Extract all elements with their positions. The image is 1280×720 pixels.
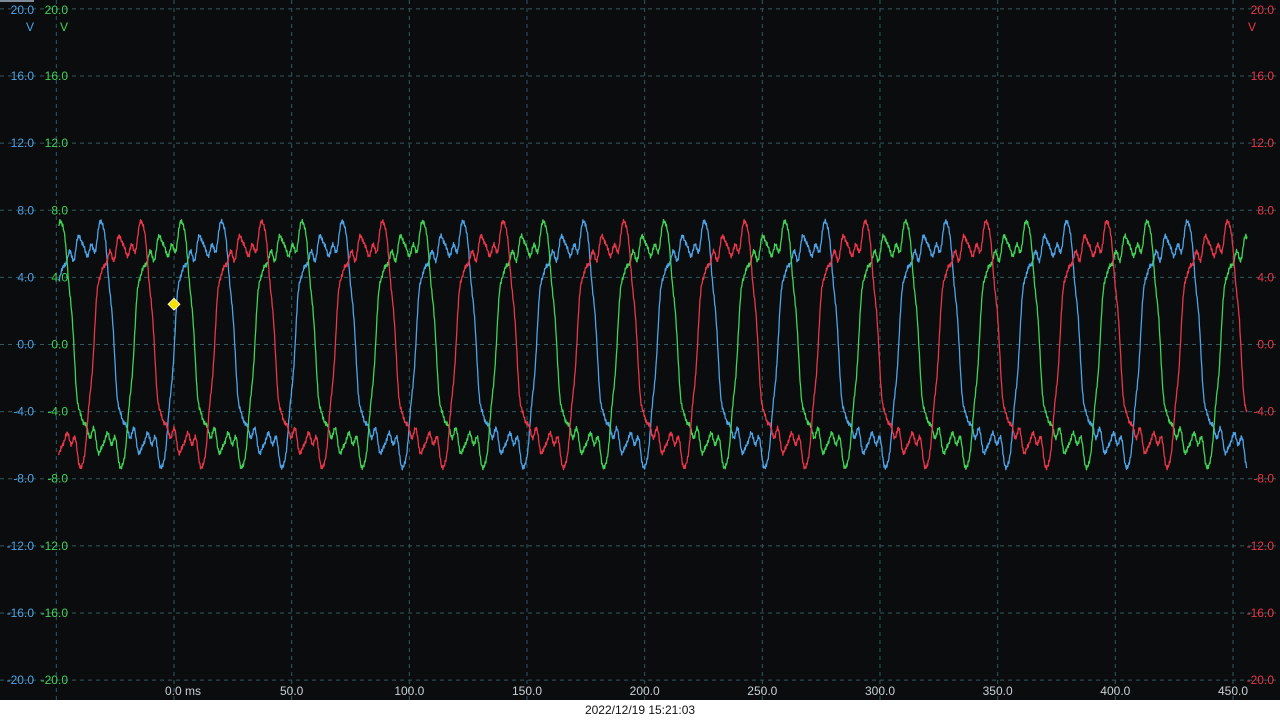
y-tick-label-green: -16.0 [41,606,69,620]
x-tick-label: 150.0 [512,684,542,698]
y-tick-label-red: -8.0 [1253,472,1274,486]
plot-grid [0,0,1280,700]
y-tick-label-red: -20.0 [1247,673,1275,687]
y-tick-label-blue: -20.0 [7,673,35,687]
y-tick-label-green: -12.0 [41,539,69,553]
y-tick-label-green: 0.0 [51,338,68,352]
x-tick-label: 450.0 [1218,684,1248,698]
y-tick-label-green: 20.0 [45,3,69,17]
y-tick-label-blue: -4.0 [13,405,34,419]
y-tick-label-red: -12.0 [1247,539,1275,553]
x-tick-label: 400.0 [1100,684,1130,698]
y-tick-label-red: 0.0 [1257,338,1274,352]
trace-layer [58,218,1248,471]
x-tick-label: 350.0 [983,684,1013,698]
y-tick-label-blue: 20.0 [11,3,35,17]
x-tick-label: 50.0 [280,684,304,698]
y-unit-label-red: V [1248,20,1256,34]
x-tick-label: 0.0 ms [165,684,201,698]
y-unit-label-green: V [60,20,68,34]
y-tick-label-blue: 8.0 [17,203,34,217]
capture-timestamp: 2022/12/19 15:21:03 [0,700,1280,720]
y-tick-label-blue: -16.0 [7,606,35,620]
trigger-marker-icon [167,297,181,311]
trace-blue [58,218,1248,471]
y-tick-label-blue: 16.0 [11,69,35,83]
y-axis-left-inner: 20.016.012.08.04.00.0-4.0-8.0-12.0-16.0-… [41,3,69,687]
oscilloscope-plot[interactable]: 20.016.012.08.04.00.0-4.0-8.0-12.0-16.0-… [0,0,1280,720]
trigger-marker-layer [167,297,181,311]
y-tick-label-blue: -8.0 [13,472,34,486]
y-tick-label-red: -4.0 [1253,405,1274,419]
y-tick-label-green: 16.0 [45,69,69,83]
trace-green [58,218,1248,471]
y-tick-label-green: -8.0 [47,472,68,486]
y-tick-label-red: 16.0 [1251,69,1275,83]
x-tick-label: 100.0 [394,684,424,698]
y-tick-label-red: 20.0 [1251,3,1275,17]
x-tick-label: 250.0 [747,684,777,698]
y-tick-label-green: -20.0 [41,673,69,687]
trace-red [58,218,1248,471]
y-tick-label-red: 8.0 [1257,203,1274,217]
y-tick-label-red: 12.0 [1251,136,1275,150]
y-tick-label-green: -4.0 [47,405,68,419]
y-tick-label-green: 12.0 [45,136,69,150]
y-tick-label-blue: -12.0 [7,539,35,553]
x-tick-label: 300.0 [865,684,895,698]
x-tick-label: 200.0 [630,684,660,698]
x-axis-ticks: 0.0 ms 50.0 100.0 150.0 200.0 250.0 300.0 350.0… [165,684,1248,698]
y-tick-label-green: 8.0 [51,203,68,217]
y-tick-label-blue: 12.0 [11,136,35,150]
y-tick-label-blue: 0.0 [17,338,34,352]
y-tick-label-red: 4.0 [1257,270,1274,284]
y-tick-label-blue: 4.0 [17,270,34,284]
y-unit-label-blue: V [26,20,34,34]
y-tick-label-red: -16.0 [1247,606,1275,620]
